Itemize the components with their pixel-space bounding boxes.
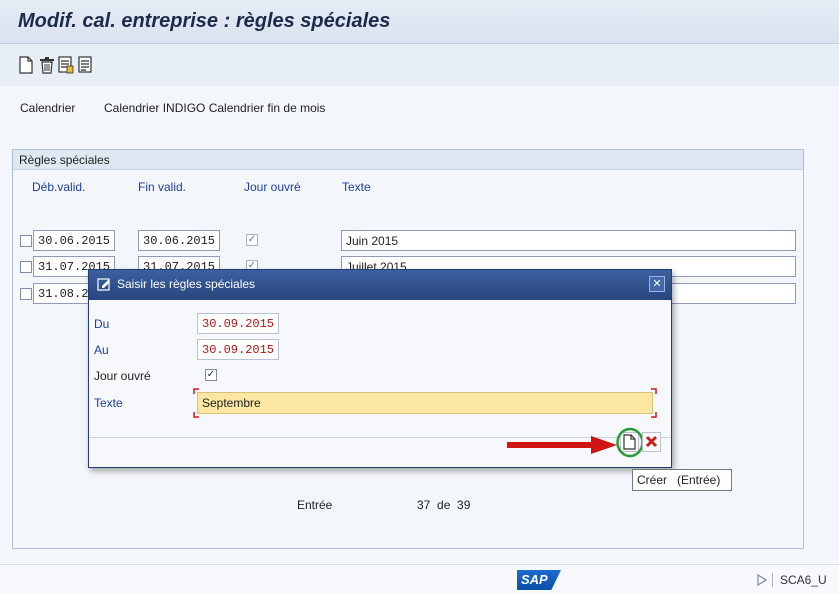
edit-window-icon xyxy=(97,278,110,291)
create-tooltip: Créer (Entrée) xyxy=(632,469,732,491)
start-date-field[interactable]: 30.06.2015 xyxy=(33,230,115,251)
au-label: Au xyxy=(94,343,109,357)
focus-corner-markers xyxy=(193,388,657,418)
column-header-text: Texte xyxy=(342,180,371,194)
cancel-x-icon xyxy=(645,435,658,448)
overview-icon[interactable] xyxy=(78,56,94,74)
column-header-end: Fin valid. xyxy=(138,180,187,194)
column-header-start: Déb.valid. xyxy=(32,180,86,194)
calendar-value: Calendrier INDIGO Calendrier fin de mois xyxy=(104,101,326,115)
table-row: 30.06.2015 30.06.2015 ✓ Juin 2015 xyxy=(20,230,800,252)
group-title: Règles spéciales xyxy=(13,150,803,170)
status-bar: SAP SCA6_U xyxy=(0,564,839,594)
row-select-checkbox[interactable] xyxy=(20,288,32,300)
new-document-icon[interactable] xyxy=(18,56,34,74)
system-id: SCA6_U xyxy=(780,573,827,587)
dialog-title: Saisir les règles spéciales xyxy=(117,277,256,291)
au-field[interactable]: 30.09.2015 xyxy=(197,339,279,360)
dialog-title-bar: Saisir les règles spéciales ✕ xyxy=(89,270,671,300)
special-rules-dialog: Saisir les règles spéciales ✕ Du 30.09.2… xyxy=(88,269,672,468)
column-header-working-day: Jour ouvré xyxy=(244,180,301,194)
expand-arrow-icon[interactable] xyxy=(757,574,767,586)
sap-logo: SAP xyxy=(517,570,561,590)
du-label: Du xyxy=(94,317,110,331)
du-field[interactable]: 30.09.2015 xyxy=(197,313,279,334)
toolbar xyxy=(0,44,839,86)
close-icon[interactable]: ✕ xyxy=(649,276,665,292)
row-select-checkbox[interactable] xyxy=(20,235,32,247)
page-title: Modif. cal. entreprise : règles spéciale… xyxy=(18,10,391,32)
green-highlight-circle xyxy=(616,427,644,458)
jour-ouvre-label: Jour ouvré xyxy=(94,369,151,383)
status-divider xyxy=(772,573,773,587)
entry-counter: 37 de 39 xyxy=(417,498,471,512)
working-day-checkbox[interactable]: ✓ xyxy=(246,234,258,246)
title-bar: Modif. cal. entreprise : règles spéciale… xyxy=(0,0,839,44)
row-select-checkbox[interactable] xyxy=(20,261,32,273)
delete-icon[interactable] xyxy=(39,56,55,74)
calendar-label: Calendrier xyxy=(20,101,76,115)
red-arrow-annotation xyxy=(507,436,617,454)
jour-ouvre-checkbox[interactable]: ✓ xyxy=(205,369,217,381)
text-field[interactable]: Juin 2015 xyxy=(341,230,796,251)
texte-label: Texte xyxy=(94,396,123,410)
end-date-field[interactable]: 30.06.2015 xyxy=(138,230,220,251)
entry-label: Entrée xyxy=(297,498,333,512)
cancel-button[interactable] xyxy=(642,432,661,452)
details-icon[interactable] xyxy=(58,56,74,74)
